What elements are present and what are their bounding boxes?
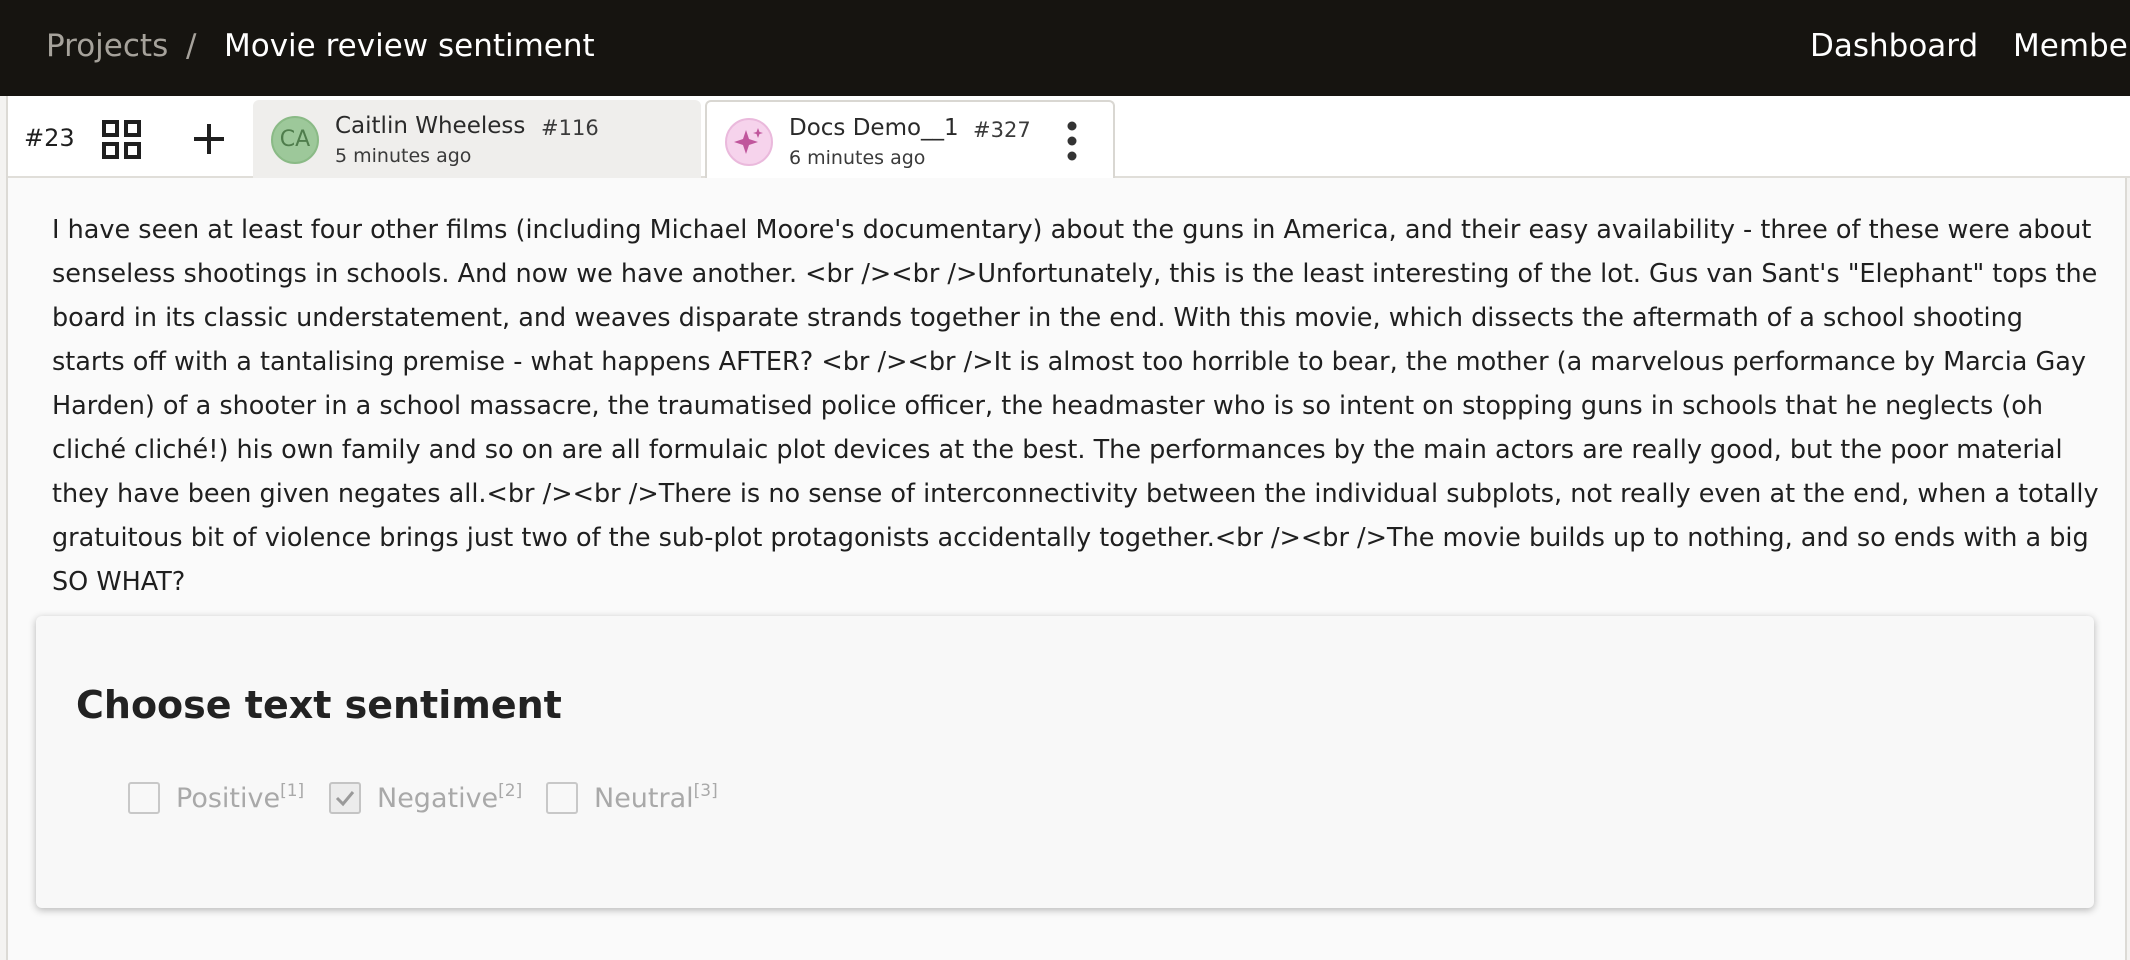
grid-icon[interactable] (100, 118, 144, 162)
breadcrumb-separator: / (186, 28, 197, 64)
choice-label: Negative[2] (377, 780, 522, 818)
breadcrumb-projects-link[interactable]: Projects (46, 26, 168, 66)
hotkey-hint: [3] (693, 781, 718, 801)
tab-author-name: Docs Demo__1 (789, 115, 959, 141)
choice-label: Positive[1] (176, 780, 304, 818)
tab-timestamp: 5 minutes ago (335, 145, 472, 167)
checkmark-icon (335, 791, 355, 807)
kebab-icon[interactable] (1057, 118, 1087, 164)
choice-label-text: Negative (377, 783, 499, 814)
sentiment-title: Choose text sentiment (76, 683, 562, 727)
annotation-tab-caitlin-wheeless[interactable]: CA Caitlin Wheeless #116 5 minutes ago (253, 100, 701, 178)
choice-negative[interactable]: Negative[2] (329, 780, 524, 816)
tab-timestamp: 6 minutes ago (789, 147, 926, 169)
annotation-tab-docs-demo[interactable]: Docs Demo__1 #327 6 minutes ago (705, 100, 1115, 178)
sentiment-card: Choose text sentiment Positive[1] Negati… (36, 616, 2094, 908)
left-panel-edge (0, 96, 8, 960)
choice-label: Neutral[3] (594, 780, 718, 818)
page-title: Movie review sentiment (224, 28, 595, 64)
sparkles-icon (725, 118, 773, 166)
avatar: CA (271, 116, 319, 164)
choice-positive[interactable]: Positive[1] (128, 780, 304, 816)
plus-icon[interactable] (186, 116, 232, 162)
choice-label-text: Neutral (594, 783, 694, 814)
checkbox-positive[interactable] (128, 782, 160, 814)
tab-annotation-number: #327 (973, 118, 1031, 142)
right-scrollbar-edge[interactable] (2125, 178, 2130, 960)
hotkey-hint: [1] (280, 781, 305, 801)
tab-author-name: Caitlin Wheeless (335, 113, 526, 139)
nav-dashboard-link[interactable]: Dashboard (1810, 26, 1978, 66)
hotkey-hint: [2] (498, 781, 523, 801)
nav-members-link[interactable]: Members (2013, 26, 2130, 66)
checkbox-neutral[interactable] (546, 782, 578, 814)
tab-annotation-number: #116 (541, 116, 599, 140)
checkbox-negative[interactable] (329, 782, 361, 814)
choice-label-text: Positive (176, 783, 281, 814)
task-id: #23 (24, 124, 75, 152)
choice-neutral[interactable]: Neutral[3] (546, 780, 718, 818)
review-text: I have seen at least four other films (i… (52, 215, 2099, 597)
